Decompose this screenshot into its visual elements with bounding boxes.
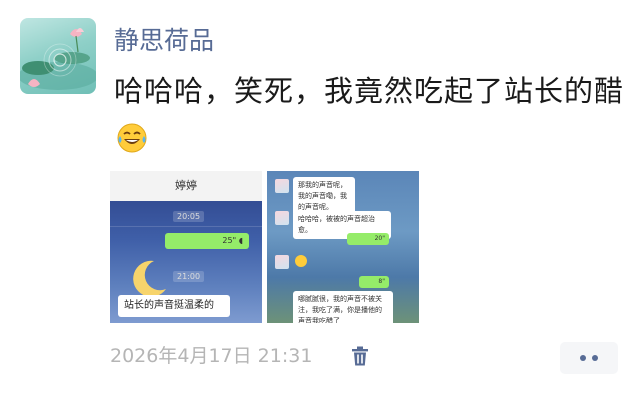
post-text: 哈哈哈，笑死，我竟然吃起了站长的醋	[114, 68, 624, 168]
text-message-bubble: 哪腻腻很，我的声音不被关注，我吃了满，你是播他的声音我吃醋了	[293, 291, 393, 323]
post-timestamp: 2026年4月17日 21:31	[110, 345, 313, 367]
laughing-with-tears-emoji	[116, 121, 148, 168]
text-message-bubble: 站长的声音挺温柔的	[118, 295, 230, 317]
voice-message-bubble: 8"	[359, 276, 389, 288]
emoji-sticker	[295, 255, 307, 267]
voice-duration: 8"	[378, 278, 385, 285]
dot	[592, 355, 598, 361]
post-text-content: 哈哈哈，笑死，我竟然吃起了站长的醋	[114, 74, 625, 108]
chat-timestamp: 21:00	[173, 271, 205, 282]
chat-avatar	[275, 179, 289, 193]
trash-icon[interactable]	[348, 344, 372, 368]
chat-timestamp: 20:05	[173, 211, 205, 222]
chat-header-title: 婷婷	[110, 171, 262, 201]
voice-message-bubble: 25" ◖	[165, 233, 249, 249]
more-dots-icon[interactable]	[560, 342, 618, 374]
post-image-2[interactable]: 那我的声音呢，我的声音嘞，我的声音呢。 哈哈哈，被被的声音超治愈。 20" 8"…	[267, 171, 419, 323]
author-name[interactable]: 静思荷品	[114, 24, 214, 58]
voice-duration: 25"	[222, 236, 237, 245]
avatar[interactable]	[20, 18, 96, 94]
chat-avatar	[275, 211, 289, 225]
voice-message-bubble: 20"	[347, 233, 389, 245]
dot	[580, 355, 586, 361]
meteor-line	[110, 226, 262, 227]
chat-avatar	[275, 255, 289, 269]
post-image-1[interactable]: 婷婷 20:05 25" ◖ 21:00 站长的声音挺温柔的	[110, 171, 262, 323]
voice-duration: 20"	[374, 235, 385, 242]
